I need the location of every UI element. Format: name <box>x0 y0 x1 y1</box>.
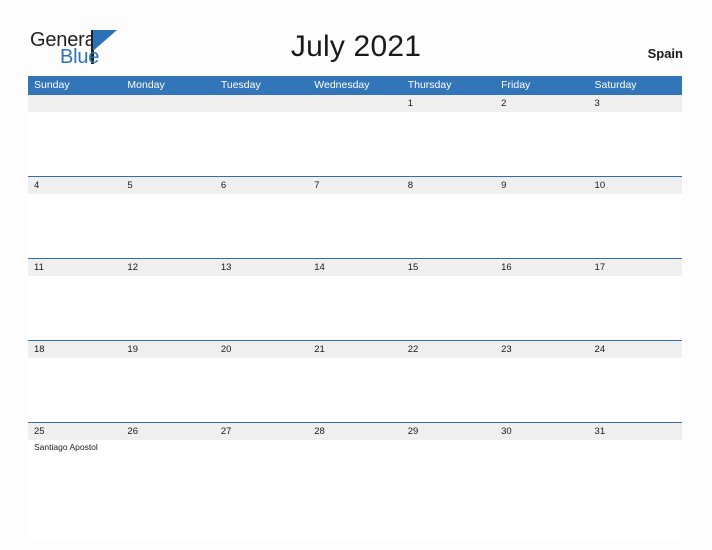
day-number[interactable]: 3 <box>589 95 682 112</box>
day-cell[interactable] <box>402 112 495 176</box>
day-number[interactable]: 4 <box>28 177 121 194</box>
day-cell[interactable] <box>28 194 121 258</box>
day-cell[interactable] <box>589 276 682 340</box>
day-number[interactable]: 21 <box>308 341 401 358</box>
day-number[interactable]: 8 <box>402 177 495 194</box>
day-number[interactable]: 6 <box>215 177 308 194</box>
day-number[interactable]: 16 <box>495 259 588 276</box>
weekday-header-row: Sunday Monday Tuesday Wednesday Thursday… <box>28 76 682 95</box>
week-date-band: 4 5 6 7 8 9 10 <box>28 177 682 194</box>
day-number[interactable]: 31 <box>589 423 682 440</box>
day-number[interactable]: 24 <box>589 341 682 358</box>
day-cell[interactable] <box>121 358 214 422</box>
day-number[interactable]: 22 <box>402 341 495 358</box>
weekday-header-thursday: Thursday <box>407 79 452 91</box>
week-body-band <box>28 276 682 340</box>
week-body-band <box>28 358 682 422</box>
calendar-grid: Sunday Monday Tuesday Wednesday Thursday… <box>28 76 682 540</box>
day-cell[interactable]: Santiago Apostol <box>28 440 121 540</box>
day-number <box>28 95 121 112</box>
day-number <box>121 95 214 112</box>
holiday-event-label: Santiago Apostol <box>34 442 98 452</box>
country-label: Spain <box>647 46 683 61</box>
day-number[interactable]: 25 <box>28 423 121 440</box>
week-date-band: 25 26 27 28 29 30 31 <box>28 423 682 440</box>
day-number[interactable]: 29 <box>402 423 495 440</box>
day-cell[interactable] <box>589 358 682 422</box>
weekday-header-sunday: Sunday <box>34 79 70 91</box>
weekday-header-saturday: Saturday <box>594 79 637 91</box>
weekday-header-friday: Friday <box>501 79 531 91</box>
day-number[interactable]: 9 <box>495 177 588 194</box>
day-cell[interactable] <box>495 276 588 340</box>
day-number <box>215 95 308 112</box>
week-body-band: Santiago Apostol <box>28 440 682 540</box>
day-cell[interactable] <box>121 276 214 340</box>
page-title: July 2021 <box>290 30 422 63</box>
day-cell[interactable] <box>402 194 495 258</box>
day-cell[interactable] <box>215 276 308 340</box>
weekday-header-tuesday: Tuesday <box>220 79 261 91</box>
day-number[interactable]: 15 <box>402 259 495 276</box>
day-cell[interactable] <box>28 276 121 340</box>
day-cell[interactable] <box>495 358 588 422</box>
day-number[interactable]: 19 <box>121 341 214 358</box>
week-date-band: 11 12 13 14 15 16 17 <box>28 259 682 276</box>
day-cell[interactable] <box>308 358 401 422</box>
week-date-band: 18 19 20 21 22 23 24 <box>28 341 682 358</box>
day-number[interactable]: 7 <box>308 177 401 194</box>
day-number[interactable]: 10 <box>589 177 682 194</box>
day-number[interactable]: 17 <box>589 259 682 276</box>
day-cell[interactable] <box>495 440 588 540</box>
day-number[interactable]: 18 <box>28 341 121 358</box>
day-cell <box>28 112 121 176</box>
page-header: General Blue July 2021 Spain <box>0 0 712 76</box>
week-body-band <box>28 112 682 176</box>
day-number[interactable]: 2 <box>495 95 588 112</box>
day-cell[interactable] <box>121 194 214 258</box>
day-cell[interactable] <box>121 440 214 540</box>
day-cell[interactable] <box>589 112 682 176</box>
calendar-week-row: 123 <box>28 95 682 176</box>
day-cell[interactable] <box>215 440 308 540</box>
weekday-header-monday: Monday <box>127 79 165 91</box>
day-number[interactable]: 1 <box>402 95 495 112</box>
day-cell[interactable] <box>402 440 495 540</box>
week-body-band <box>28 194 682 258</box>
day-cell[interactable] <box>215 358 308 422</box>
day-cell[interactable] <box>308 276 401 340</box>
calendar-week-row: 11 12 13 14 15 16 17 <box>28 258 682 340</box>
day-number[interactable]: 12 <box>121 259 214 276</box>
day-cell[interactable] <box>589 194 682 258</box>
day-number[interactable]: 14 <box>308 259 401 276</box>
day-number[interactable]: 26 <box>121 423 214 440</box>
day-cell <box>121 112 214 176</box>
calendar-week-row: 25 26 27 28 29 30 31 Santiago Apostol <box>28 422 682 540</box>
day-number <box>308 95 401 112</box>
day-cell[interactable] <box>495 112 588 176</box>
calendar-weeks: 1 2 3 4 5 6 7 8 9 10 11 12 13 14 15 16 17 18 19 20 21 22 23 24 2… <box>28 95 682 540</box>
day-number[interactable]: 23 <box>495 341 588 358</box>
day-cell[interactable] <box>215 194 308 258</box>
day-cell[interactable] <box>495 194 588 258</box>
day-number[interactable]: 20 <box>215 341 308 358</box>
day-number[interactable]: 27 <box>215 423 308 440</box>
day-cell[interactable] <box>308 194 401 258</box>
weekday-header-wednesday: Wednesday <box>314 79 370 91</box>
day-number[interactable]: 13 <box>215 259 308 276</box>
day-cell[interactable] <box>402 358 495 422</box>
day-number[interactable]: 11 <box>28 259 121 276</box>
day-number[interactable]: 28 <box>308 423 401 440</box>
day-cell <box>308 112 401 176</box>
calendar-week-row: 18 19 20 21 22 23 24 <box>28 340 682 422</box>
day-number[interactable]: 30 <box>495 423 588 440</box>
day-cell[interactable] <box>308 440 401 540</box>
calendar-week-row: 4 5 6 7 8 9 10 <box>28 176 682 258</box>
day-number[interactable]: 5 <box>121 177 214 194</box>
day-cell[interactable] <box>28 358 121 422</box>
day-cell[interactable] <box>589 440 682 540</box>
week-date-band: 123 <box>28 95 682 112</box>
day-cell <box>215 112 308 176</box>
day-cell[interactable] <box>402 276 495 340</box>
